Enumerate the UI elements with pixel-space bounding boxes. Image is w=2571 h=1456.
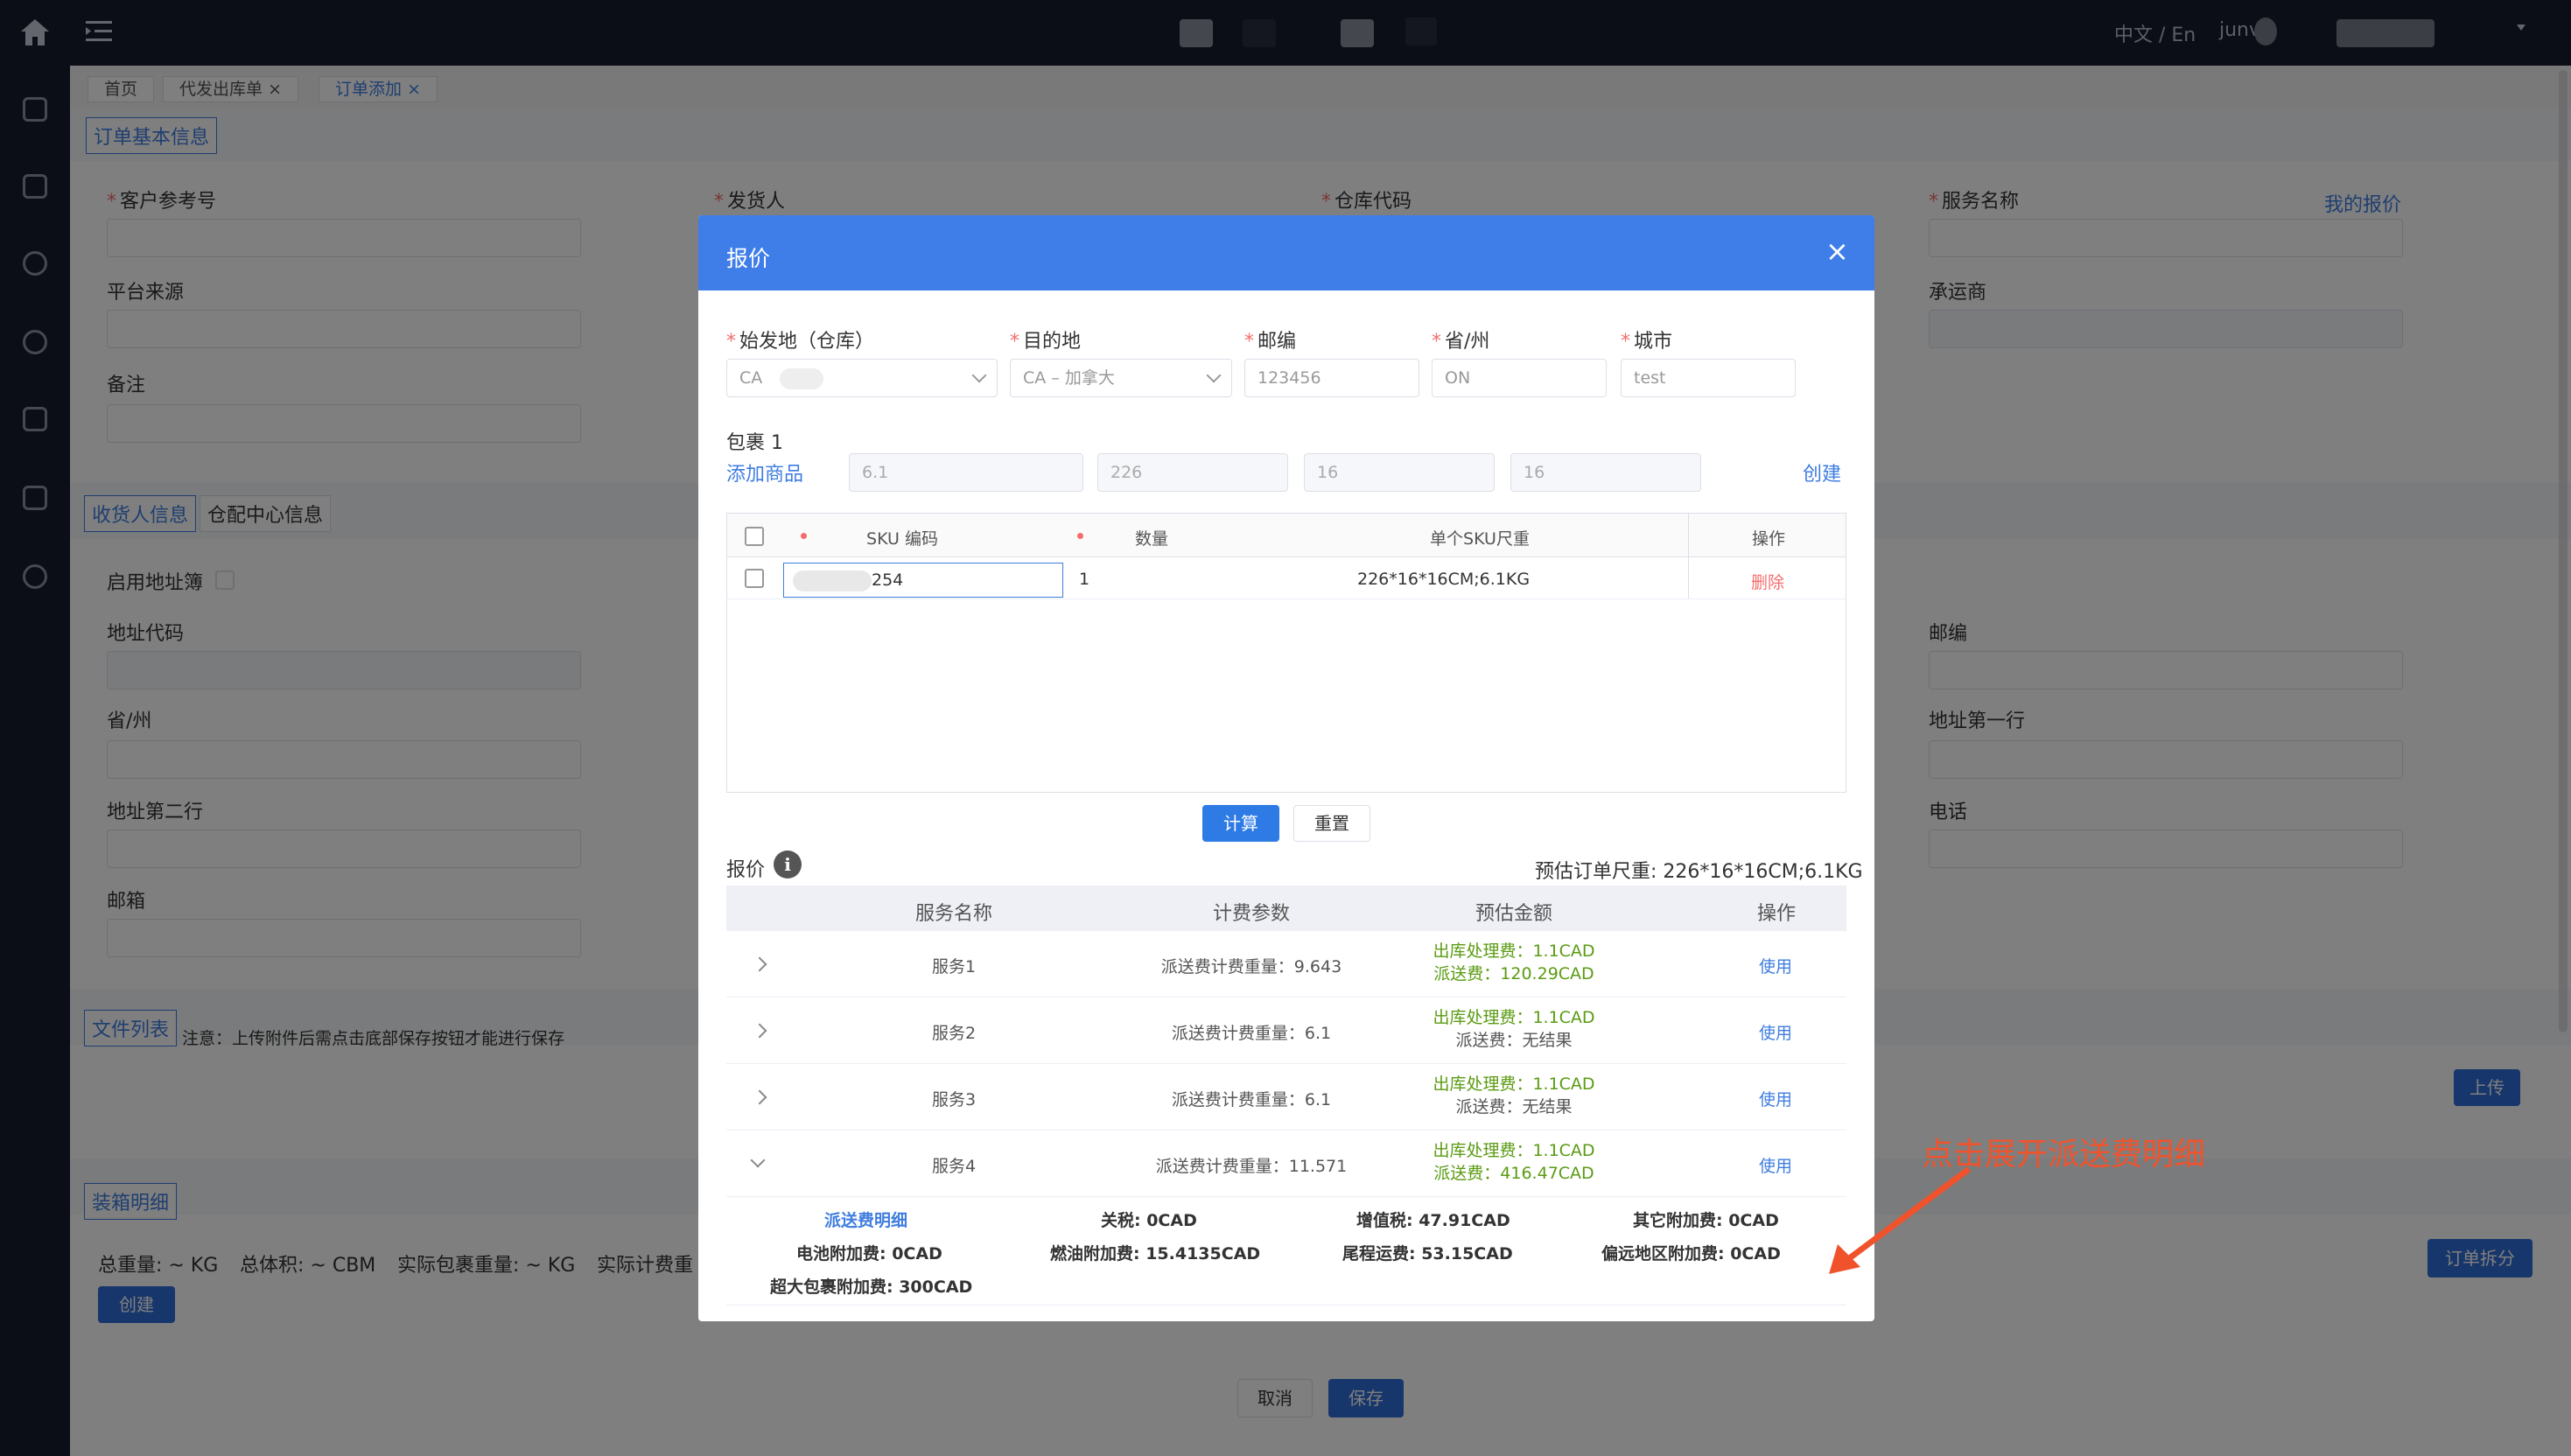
action-header: 操作: [1751, 529, 1785, 549]
service-name: 服务2: [931, 1024, 977, 1043]
delivery-fee: 派送费：120.29CAD: [1433, 964, 1594, 984]
quantity-header: 数量: [1134, 529, 1168, 549]
package-label: 包裹 1: [726, 432, 783, 454]
row-checkbox[interactable]: [745, 569, 764, 588]
expand-chevron-icon[interactable]: [752, 956, 767, 972]
dialog-title: 报价: [726, 246, 771, 271]
add-goods-link[interactable]: 添加商品: [726, 458, 803, 486]
reset-button[interactable]: 重置: [1293, 805, 1370, 842]
last-mile-fee: 尾程运费: 53.15CAD: [1342, 1244, 1513, 1264]
sku-header: SKU 编码: [866, 529, 938, 549]
label-text: 始发地（仓库）: [739, 331, 875, 353]
outbound-fee: 出库处理费：1.1CAD: [1433, 1141, 1595, 1160]
remote-area-surcharge: 偏远地区附加费: 0CAD: [1601, 1244, 1781, 1264]
outbound-fee: 出库处理费：1.1CAD: [1433, 942, 1595, 961]
label-text: 省/州: [1445, 331, 1490, 353]
service-name: 服务3: [931, 1090, 977, 1110]
info-icon[interactable]: i: [774, 850, 802, 878]
delivery-fee: 派送费：416.47CAD: [1433, 1164, 1594, 1183]
province-input[interactable]: ON: [1432, 359, 1607, 397]
scrollbar[interactable]: [2559, 70, 2567, 1032]
province-label: * 省/州: [1432, 331, 1490, 353]
sku-value: 254: [872, 570, 904, 590]
quantity-cell[interactable]: 1: [1079, 570, 1089, 589]
postcode-input[interactable]: 123456: [1244, 359, 1419, 397]
billing-param: 派送费计费重量：11.571: [1155, 1157, 1348, 1176]
collapse-chevron-icon[interactable]: [750, 1152, 766, 1168]
other-surcharge: 其它附加费: 0CAD: [1633, 1211, 1779, 1230]
quote-row: 服务4 派送费计费重量：11.571 出库处理费：1.1CAD 派送费：416.…: [726, 1130, 1846, 1197]
package-width-input[interactable]: 16: [1304, 453, 1495, 492]
city-label: * 城市: [1621, 331, 1673, 353]
estimated-size: 预估订单尺重: 226*16*16CM;6.1KG: [1535, 861, 1863, 883]
tariff-fee: 关税: 0CAD: [1101, 1211, 1197, 1230]
sku-table: SKU 编码 数量 单个SKU尺重 操作 254 1 226*16*16CM;6…: [726, 513, 1846, 793]
operation-header: 操作: [1756, 903, 1796, 925]
expand-chevron-icon[interactable]: [752, 1023, 767, 1039]
select-value: CA: [739, 368, 763, 388]
outbound-fee: 出库处理费：1.1CAD: [1433, 1074, 1595, 1094]
origin-select[interactable]: CA: [726, 359, 998, 397]
delivery-fee: 派送费：无结果: [1455, 1031, 1573, 1050]
battery-surcharge: 电池附加费: 0CAD: [796, 1244, 942, 1264]
quote-label: 报价: [726, 859, 766, 881]
billing-param-header: 计费参数: [1212, 903, 1290, 925]
postcode-label: * 邮编: [1244, 331, 1297, 353]
package-height-input[interactable]: 16: [1510, 453, 1701, 492]
redacted-block: [793, 570, 872, 592]
use-link[interactable]: 使用: [1759, 1087, 1792, 1110]
redacted-block: [780, 368, 823, 389]
delivery-fee-detail: 派送费明细 关税: 0CAD 增值税: 47.91CAD 其它附加费: 0CAD…: [726, 1197, 1846, 1306]
expand-chevron-icon[interactable]: [752, 1089, 767, 1105]
select-all-checkbox[interactable]: [745, 527, 764, 546]
service-name-header: 服务名称: [914, 903, 992, 925]
close-icon[interactable]: ×: [1825, 234, 1849, 268]
use-link[interactable]: 使用: [1759, 954, 1792, 977]
quote-row: 服务2 派送费计费重量：6.1 出库处理费：1.1CAD 派送费：无结果 使用: [726, 998, 1846, 1064]
quote-table-header: 服务名称 计费参数 预估金额 操作: [726, 886, 1846, 931]
select-value: CA – 加拿大: [1023, 368, 1115, 388]
chevron-down-icon: [971, 368, 987, 383]
billing-param: 派送费计费重量：6.1: [1171, 1090, 1332, 1110]
quote-row: 服务3 派送费计费重量：6.1 出库处理费：1.1CAD 派送费：无结果 使用: [726, 1064, 1846, 1130]
annotation-arrow-icon: [1829, 1166, 1972, 1274]
use-link[interactable]: 使用: [1759, 1020, 1792, 1044]
use-link[interactable]: 使用: [1759, 1153, 1792, 1177]
chevron-down-icon: [1206, 368, 1222, 383]
service-name: 服务4: [931, 1157, 977, 1176]
sku-input[interactable]: 254: [783, 563, 1063, 598]
sku-size-cell: 226*16*16CM;6.1KG: [1357, 570, 1531, 589]
destination-select[interactable]: CA – 加拿大: [1010, 359, 1232, 397]
package-create-link[interactable]: 创建: [1803, 458, 1841, 486]
oversize-surcharge: 超大包裹附加费: 300CAD: [770, 1278, 973, 1297]
detail-title: 派送费明细: [824, 1211, 908, 1230]
package-weight-input[interactable]: 6.1: [849, 453, 1083, 492]
city-input[interactable]: test: [1621, 359, 1796, 397]
service-name: 服务1: [931, 957, 977, 976]
label-text: 邮编: [1257, 331, 1297, 353]
package-length-input[interactable]: 226: [1097, 453, 1288, 492]
outbound-fee: 出库处理费：1.1CAD: [1433, 1008, 1595, 1027]
delivery-fee: 派送费：无结果: [1455, 1097, 1573, 1116]
fuel-surcharge: 燃油附加费: 15.4135CAD: [1050, 1244, 1261, 1264]
label-text: 目的地: [1023, 331, 1082, 353]
billing-param: 派送费计费重量：6.1: [1171, 1024, 1332, 1043]
estimated-amount-header: 预估金额: [1475, 903, 1552, 925]
label-text: 城市: [1634, 331, 1673, 353]
vat-fee: 增值税: 47.91CAD: [1356, 1211, 1510, 1230]
sku-size-header: 单个SKU尺重: [1430, 529, 1530, 549]
calculate-button[interactable]: 计算: [1202, 805, 1279, 842]
quote-dialog: 报价 × * 始发地（仓库） CA * 目的地 CA – 加拿大 * 邮编 12345…: [698, 215, 1874, 1321]
billing-param: 派送费计费重量：9.643: [1160, 957, 1342, 976]
quote-row: 服务1 派送费计费重量：9.643 出库处理费：1.1CAD 派送费：120.2…: [726, 931, 1846, 998]
required-dot: [801, 533, 807, 539]
destination-label: * 目的地: [1010, 331, 1082, 353]
dialog-header: 报价 ×: [698, 215, 1874, 290]
delete-link[interactable]: 删除: [1751, 570, 1784, 593]
origin-label: * 始发地（仓库）: [726, 331, 875, 353]
